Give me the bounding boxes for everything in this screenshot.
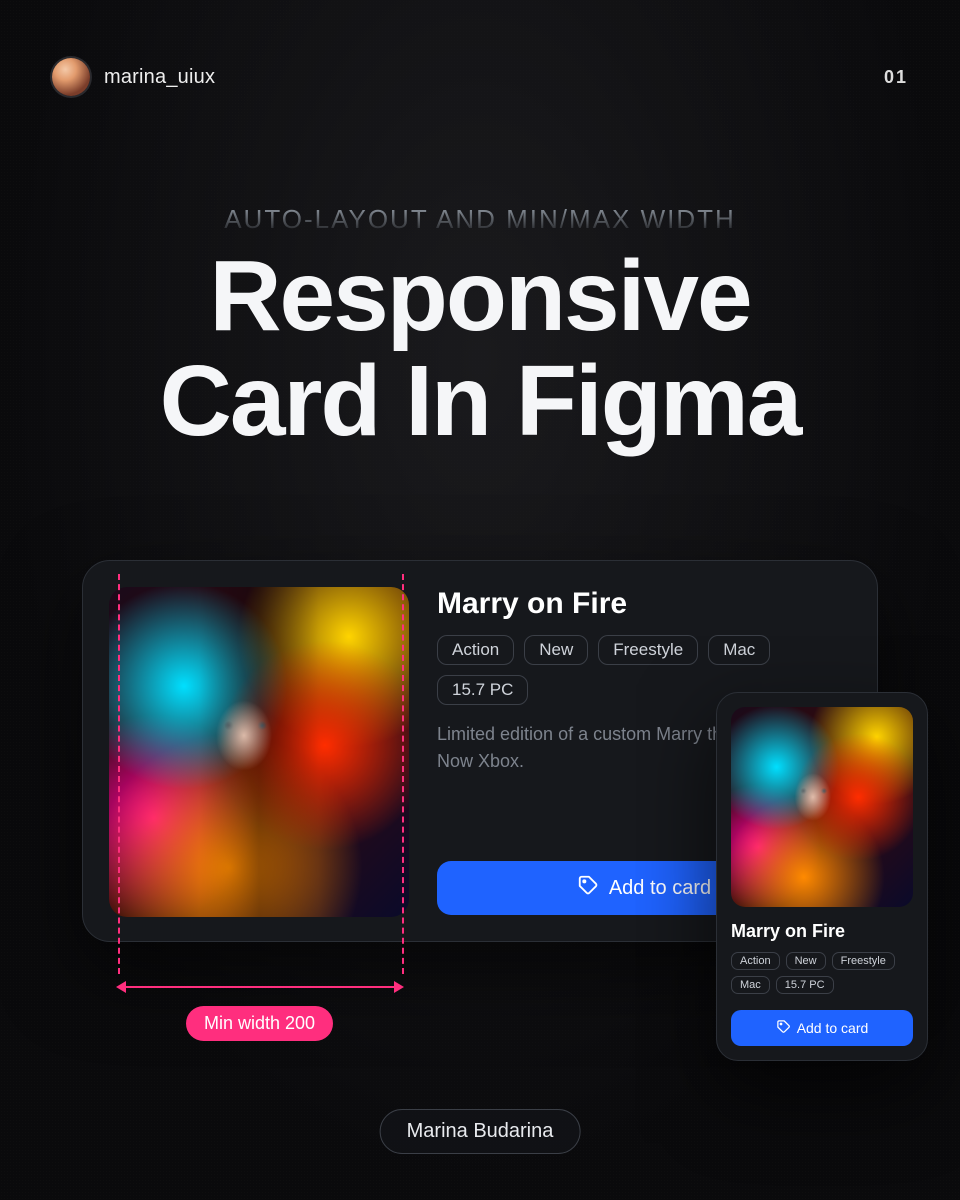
product-art (731, 707, 913, 907)
tag-icon (577, 874, 599, 902)
author-badge[interactable]: Marina Budarina (380, 1109, 581, 1154)
card-title: Marry on Fire (731, 921, 913, 942)
kicker: AUTO-LAYOUT AND MIN/MAX WIDTH (76, 204, 884, 235)
measurement-arrow (118, 986, 402, 988)
guide-line-left (118, 574, 120, 974)
tag[interactable]: Action (731, 952, 780, 970)
tag-list: Action New Freestyle Mac 15.7 PC (731, 952, 913, 994)
tag-icon (776, 1019, 791, 1037)
add-to-card-button[interactable]: Add to card (731, 1010, 913, 1046)
tag[interactable]: Freestyle (832, 952, 895, 970)
profile[interactable]: marina_uiux (52, 58, 215, 96)
title-line: Card In Figma (160, 345, 801, 457)
product-art (109, 587, 409, 917)
tag[interactable]: Freestyle (598, 635, 698, 665)
tag[interactable]: 15.7 PC (437, 675, 528, 705)
tag[interactable]: New (786, 952, 826, 970)
profile-handle: marina_uiux (104, 66, 215, 89)
tag[interactable]: Action (437, 635, 514, 665)
title-line: Responsive (209, 240, 750, 352)
avatar (52, 58, 90, 96)
button-label: Add to card (609, 877, 711, 900)
tag[interactable]: Mac (731, 976, 770, 994)
annotation-pill: Min width 200 (186, 1006, 333, 1041)
card-title: Marry on Fire (437, 587, 851, 621)
button-label: Add to card (797, 1020, 869, 1036)
header: marina_uiux 01 (52, 58, 908, 96)
guide-line-right (402, 574, 404, 974)
page-number: 01 (884, 67, 908, 88)
tag[interactable]: Mac (708, 635, 770, 665)
tag[interactable]: New (524, 635, 588, 665)
page-title: Responsive Card In Figma (40, 244, 920, 454)
product-card-small: Marry on Fire Action New Freestyle Mac 1… (716, 692, 928, 1061)
tag[interactable]: 15.7 PC (776, 976, 834, 994)
